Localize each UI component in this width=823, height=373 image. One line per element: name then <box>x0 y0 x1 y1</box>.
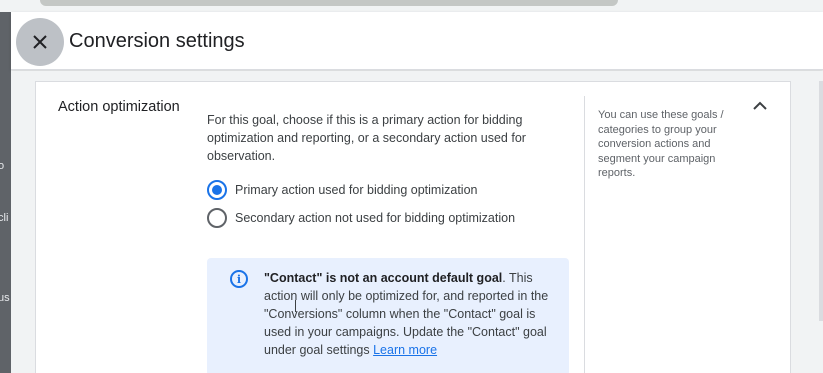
top-strip <box>0 0 823 12</box>
primary-action-option[interactable]: Primary action used for bidding optimiza… <box>207 180 477 200</box>
background-text-fragment: us <box>0 292 10 304</box>
column-divider <box>584 96 585 373</box>
secondary-action-option[interactable]: Secondary action not used for bidding op… <box>207 208 515 228</box>
collapse-button[interactable] <box>748 94 772 118</box>
secondary-action-label: Secondary action not used for bidding op… <box>235 211 516 225</box>
info-icon: i <box>230 270 248 288</box>
section-description: For this goal, choose if this is a prima… <box>207 113 526 163</box>
info-message-bold: "Contact" is not an account default goal <box>264 271 503 285</box>
dialog-content: Action optimization For this goal, choos… <box>11 71 823 373</box>
info-message: "Contact" is not an account default goal… <box>264 269 554 359</box>
side-help-text: You can use these goals / categories to … <box>598 109 724 179</box>
horizontal-scrollbar[interactable] <box>40 0 618 6</box>
close-icon <box>33 35 47 49</box>
primary-action-radio[interactable] <box>207 180 227 200</box>
background-page-edge: o cli us <box>0 12 11 373</box>
dialog-header: Conversion settings <box>11 12 823 70</box>
secondary-action-radio[interactable] <box>207 208 227 228</box>
section-label: Action optimization <box>58 99 180 115</box>
chevron-up-icon <box>753 101 767 110</box>
action-optimization-card: Action optimization For this goal, choos… <box>35 81 791 373</box>
background-text-fragment: cli <box>0 212 9 224</box>
text-cursor <box>295 300 296 312</box>
info-notice: i "Contact" is not an account default go… <box>207 258 569 373</box>
page-title: Conversion settings <box>69 30 245 52</box>
background-text-fragment: o <box>0 160 5 172</box>
close-button[interactable] <box>16 18 64 66</box>
learn-more-link[interactable]: Learn more <box>373 343 437 357</box>
right-scrollbar-track[interactable] <box>819 81 823 321</box>
primary-action-label: Primary action used for bidding optimiza… <box>235 183 478 197</box>
